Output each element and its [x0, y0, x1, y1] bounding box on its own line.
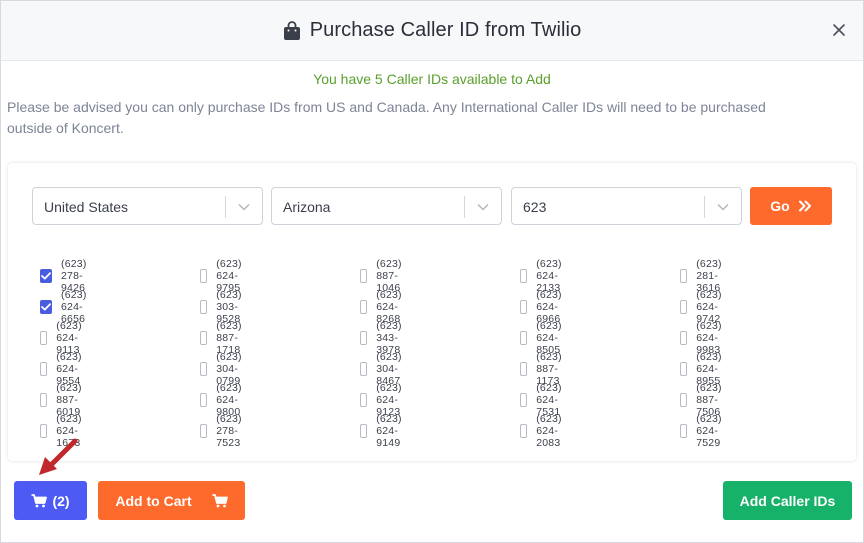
phone-number-checkbox[interactable]	[520, 331, 528, 345]
phone-number-checkbox[interactable]	[360, 331, 368, 345]
chevron-down-icon	[238, 203, 250, 211]
phone-number-option[interactable]: (623) 624-2083	[520, 413, 569, 449]
modal-title-group: Purchase Caller ID from Twilio	[283, 19, 582, 42]
add-to-cart-label: Add to Cart	[115, 492, 192, 509]
phone-number-checkbox[interactable]	[680, 424, 688, 438]
area-code-select[interactable]: 623	[511, 187, 742, 225]
phone-number-checkbox[interactable]	[360, 424, 368, 438]
phone-number-checkbox[interactable]	[360, 300, 368, 314]
phone-number-checkbox[interactable]	[360, 362, 368, 376]
phone-number-option[interactable]: (623) 278-7523	[200, 413, 249, 449]
cart-icon	[212, 493, 228, 507]
advisory-line-1: Please be advised you can only purchase …	[7, 99, 766, 115]
phone-number-checkbox[interactable]	[200, 424, 208, 438]
chevron-down-icon	[717, 203, 729, 211]
country-select[interactable]: United States	[32, 187, 263, 225]
available-count-notice: You have 5 Caller IDs available to Add	[313, 71, 551, 87]
advisory-notice: Please be advised you can only purchase …	[7, 97, 827, 139]
phone-number-checkbox[interactable]	[360, 269, 368, 283]
phone-number-option[interactable]: (623) 624-7529	[680, 413, 729, 449]
phone-number-checkbox[interactable]	[40, 424, 48, 438]
phone-number-checkbox[interactable]	[40, 362, 48, 376]
phone-number-option[interactable]: (623) 624-9149	[360, 413, 409, 449]
modal-header: Purchase Caller ID from Twilio	[1, 1, 863, 61]
phone-number-checkbox[interactable]	[680, 300, 688, 314]
phone-number-checkbox[interactable]	[200, 331, 208, 345]
cart-button[interactable]: (2)	[14, 481, 87, 520]
purchase-caller-id-modal: Purchase Caller ID from Twilio You have …	[0, 0, 864, 543]
phone-number-checkbox[interactable]	[200, 393, 208, 407]
phone-number-label: (623) 278-7523	[216, 413, 242, 449]
phone-number-checkbox[interactable]	[520, 362, 528, 376]
search-panel: United States Arizona 623 Go (623) 278-9…	[8, 163, 856, 461]
advisory-line-2: outside of Koncert.	[7, 120, 124, 136]
select-divider	[464, 196, 465, 218]
phone-number-label: (623) 624-7529	[696, 413, 722, 449]
phone-number-checkbox[interactable]	[520, 424, 528, 438]
phone-number-checkbox[interactable]	[40, 300, 52, 314]
checkmark-icon	[41, 272, 51, 280]
phone-number-checkbox[interactable]	[520, 269, 528, 283]
phone-number-checkbox[interactable]	[200, 269, 208, 283]
phone-number-label: (623) 624-2083	[536, 413, 562, 449]
go-button-label: Go	[770, 198, 790, 214]
go-button[interactable]: Go	[750, 187, 832, 225]
phone-number-checkbox[interactable]	[680, 269, 688, 283]
state-select[interactable]: Arizona	[271, 187, 502, 225]
phone-number-checkbox[interactable]	[40, 393, 48, 407]
area-code-select-value: 623	[523, 199, 547, 215]
chevron-down-icon	[477, 203, 489, 211]
phone-number-checkbox[interactable]	[40, 269, 52, 283]
phone-number-checkbox[interactable]	[680, 331, 688, 345]
add-caller-ids-label: Add Caller IDs	[739, 492, 836, 509]
phone-number-checkbox[interactable]	[520, 300, 528, 314]
modal-title: Purchase Caller ID from Twilio	[309, 19, 582, 41]
annotation-arrow	[39, 438, 78, 475]
cart-icon	[31, 493, 48, 507]
phone-number-checkbox[interactable]	[40, 331, 48, 345]
phone-number-checkbox[interactable]	[200, 300, 208, 314]
phone-number-checkbox[interactable]	[200, 362, 208, 376]
select-divider	[704, 196, 705, 218]
checkmark-icon	[41, 303, 51, 311]
cart-count: (2)	[52, 492, 70, 509]
select-divider	[225, 196, 226, 218]
phone-number-checkbox[interactable]	[680, 362, 688, 376]
phone-number-checkbox[interactable]	[360, 393, 368, 407]
add-caller-ids-button[interactable]: Add Caller IDs	[723, 481, 852, 520]
close-icon	[833, 24, 845, 36]
phone-number-checkbox[interactable]	[520, 393, 528, 407]
add-to-cart-button[interactable]: Add to Cart	[98, 481, 245, 520]
double-chevron-right-icon	[798, 200, 811, 212]
close-button[interactable]	[829, 20, 849, 40]
country-select-value: United States	[44, 199, 129, 215]
shopping-bag-icon	[283, 20, 301, 41]
state-select-value: Arizona	[283, 199, 331, 215]
phone-number-checkbox[interactable]	[680, 393, 688, 407]
phone-number-label: (623) 624-9149	[376, 413, 402, 449]
